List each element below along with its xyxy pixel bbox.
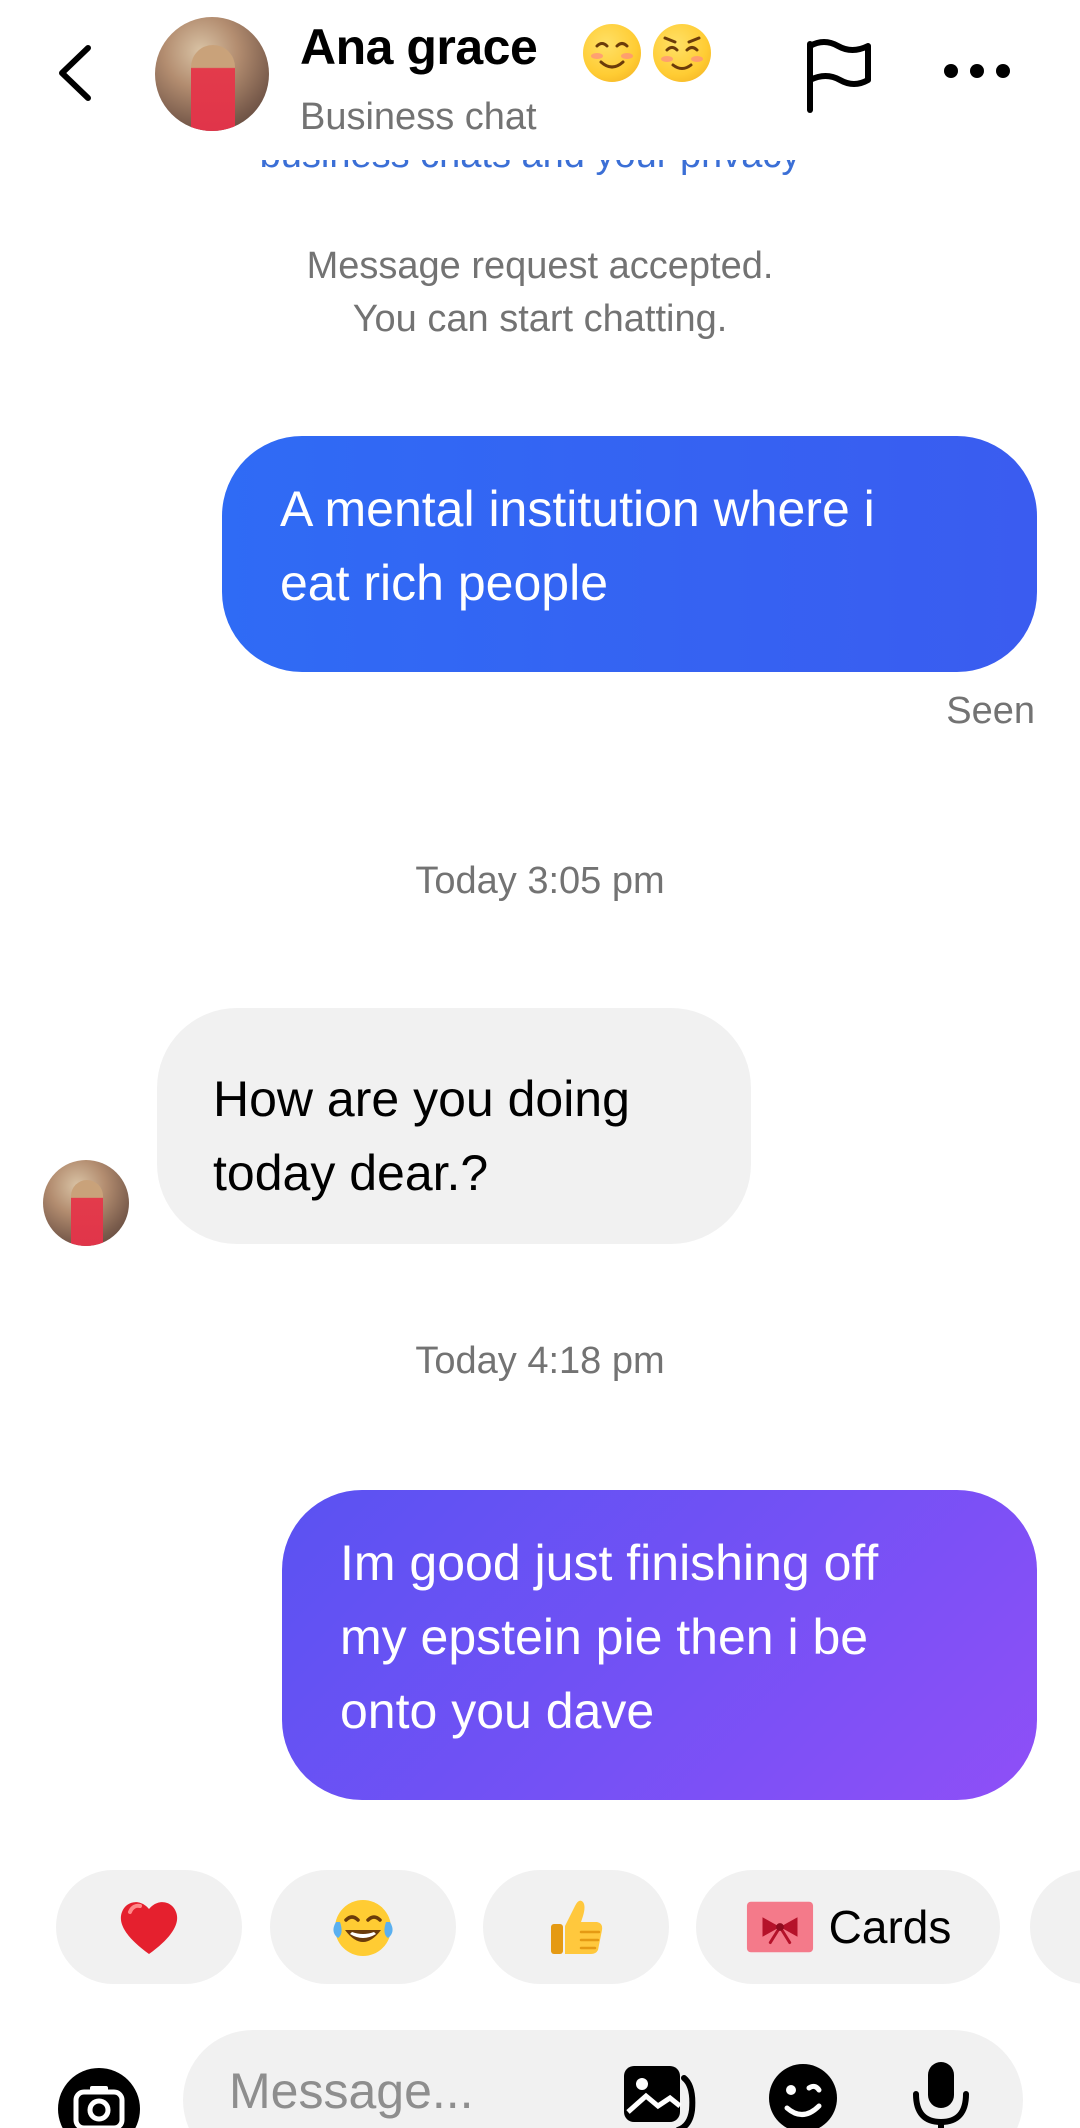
contact-avatar[interactable] (155, 17, 269, 131)
message-line: my epstein pie then i be (340, 1609, 869, 1665)
outgoing-message-bubble[interactable]: A mental institution where i eat rich pe… (222, 436, 1037, 672)
chat-header: Ana grace Business chat (0, 0, 1080, 160)
back-button[interactable] (48, 38, 108, 108)
microphone-icon (913, 2062, 969, 2128)
camera-icon (73, 2086, 125, 2128)
more-horizontal-icon (944, 64, 1010, 78)
chevron-left-icon (59, 45, 91, 101)
reaction-thumbs-up-button[interactable] (483, 1870, 669, 1984)
outgoing-message-bubble[interactable]: Im good just finishing off my epstein pi… (282, 1490, 1037, 1800)
voice-message-button[interactable] (906, 2056, 976, 2128)
message-line: Im good just finishing off (340, 1535, 879, 1591)
message-line: How are you doing (213, 1071, 630, 1127)
reaction-heart-button[interactable] (56, 1870, 242, 1984)
gift-card-icon (746, 1901, 813, 1953)
sender-avatar[interactable] (43, 1160, 129, 1246)
reaction-laugh-button[interactable] (270, 1870, 456, 1984)
system-message-line: You can start chatting. (352, 298, 728, 340)
sticker-button[interactable] (763, 2056, 843, 2128)
message-line: A mental institution where i (280, 481, 875, 537)
report-button[interactable] (800, 36, 878, 116)
seen-status: Seen (946, 690, 1035, 732)
message-timestamp: Today 3:05 pm (415, 860, 665, 902)
smiling-face-icon (583, 24, 641, 82)
system-message: Message request accepted. You can start … (140, 240, 940, 346)
gallery-icon (624, 2066, 696, 2128)
more-options-button[interactable] (942, 56, 1012, 86)
chat-type-label: Business chat (300, 96, 537, 138)
thumbs-up-icon (551, 1900, 603, 1954)
message-field (183, 2030, 1023, 2128)
message-composer (0, 2030, 1080, 2128)
flag-icon (807, 39, 871, 113)
camera-button[interactable] (58, 2068, 140, 2128)
incoming-message-bubble[interactable]: How are you doing today dear.? (157, 1008, 751, 1244)
heart-icon (120, 1902, 178, 1954)
cards-button[interactable]: Cards (696, 1870, 1000, 1984)
system-message-line: Message request accepted. (306, 245, 774, 287)
message-line: onto you dave (340, 1683, 655, 1739)
sticker-icon (769, 2064, 837, 2128)
message-timestamp: Today 4:18 pm (415, 1340, 665, 1382)
message-input[interactable] (229, 2056, 609, 2126)
message-line: today dear.? (213, 1145, 489, 1201)
message-line: eat rich people (280, 555, 609, 611)
quick-reactions-bar: Cards (0, 1870, 1080, 1984)
contact-name[interactable]: Ana grace (300, 18, 538, 76)
laughing-tears-icon (333, 1900, 393, 1956)
more-reactions-chip[interactable] (1030, 1870, 1080, 1984)
gallery-button[interactable] (618, 2056, 698, 2128)
chat-screen: Ana grace Business chat business chats a… (0, 0, 1080, 2128)
cards-label: Cards (828, 1901, 952, 1953)
relieved-face-icon (653, 24, 711, 82)
